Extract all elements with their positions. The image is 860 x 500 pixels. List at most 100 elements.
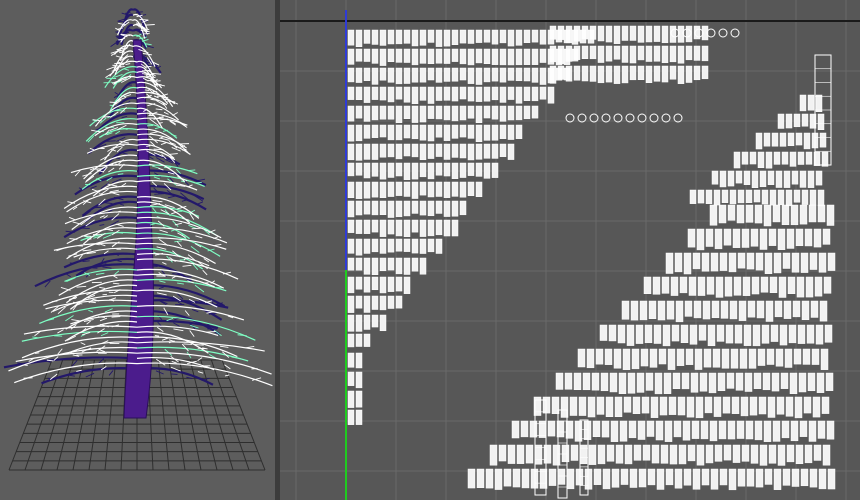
uv-shell[interactable] (459, 162, 467, 178)
uv-shell[interactable] (781, 420, 790, 439)
uv-shell[interactable] (589, 25, 597, 40)
uv-shell[interactable] (363, 333, 371, 347)
uv-shell[interactable] (459, 200, 467, 216)
uv-shell[interactable] (600, 372, 609, 392)
uv-shell[interactable] (760, 276, 769, 293)
uv-shell[interactable] (435, 105, 443, 120)
uv-shell[interactable] (642, 444, 651, 461)
uv-shell[interactable] (730, 348, 739, 369)
uv-shell[interactable] (729, 189, 737, 205)
uv-shell[interactable] (355, 257, 363, 271)
uv-shell[interactable] (371, 105, 379, 121)
uv-shell[interactable] (809, 189, 817, 206)
uv-shell[interactable] (443, 48, 451, 64)
uv-shell[interactable] (403, 257, 411, 275)
uv-shell[interactable] (724, 276, 733, 297)
uv-shell[interactable] (687, 228, 696, 248)
uv-shell[interactable] (491, 105, 499, 120)
uv-shell[interactable] (766, 348, 775, 365)
uv-shell[interactable] (789, 151, 797, 167)
uv-shell[interactable] (743, 170, 751, 185)
uv-shell[interactable] (692, 468, 701, 490)
uv-shell[interactable] (733, 276, 742, 296)
uv-shell[interactable] (443, 105, 451, 121)
uv-shell[interactable] (709, 204, 718, 226)
uv-shell[interactable] (665, 252, 674, 274)
uv-shell[interactable] (467, 143, 475, 161)
uv-shell[interactable] (827, 252, 836, 271)
uv-shell[interactable] (355, 105, 363, 119)
perspective-viewport[interactable] (0, 0, 275, 500)
uv-shell[interactable] (701, 468, 710, 486)
uv-shell[interactable] (565, 45, 573, 62)
uv-shell[interactable] (667, 348, 676, 370)
uv-shell[interactable] (772, 420, 781, 442)
uv-shell[interactable] (794, 396, 803, 419)
uv-shell[interactable] (804, 444, 813, 464)
uv-shell[interactable] (355, 219, 363, 234)
uv-shell[interactable] (750, 228, 759, 247)
uv-shell[interactable] (815, 170, 823, 186)
uv-shell[interactable] (507, 444, 516, 464)
uv-shell[interactable] (745, 204, 754, 223)
uv-shell[interactable] (379, 105, 387, 120)
uv-shell[interactable] (379, 29, 387, 46)
uv-shell[interactable] (768, 444, 777, 464)
uv-shell[interactable] (613, 348, 622, 369)
uv-shell[interactable] (347, 181, 355, 199)
uv-shell[interactable] (771, 132, 779, 147)
uv-shell[interactable] (411, 67, 419, 83)
uv-shell[interactable] (740, 396, 749, 417)
uv-shell[interactable] (435, 219, 443, 236)
uv-shell[interactable] (467, 67, 475, 84)
uv-shell[interactable] (644, 324, 653, 344)
uv-shell[interactable] (419, 124, 427, 141)
uv-shell[interactable] (451, 143, 459, 158)
uv-shell[interactable] (411, 219, 419, 233)
uv-shell[interactable] (799, 204, 808, 225)
uv-shell[interactable] (741, 228, 750, 248)
uv-shell[interactable] (467, 124, 475, 139)
uv-shell[interactable] (717, 372, 726, 392)
uv-shell[interactable] (419, 29, 427, 46)
uv-shell[interactable] (427, 162, 435, 180)
uv-shell[interactable] (763, 132, 771, 147)
uv-shell[interactable] (451, 219, 459, 237)
uv-shell[interactable] (379, 124, 387, 138)
uv-shell[interactable] (451, 29, 459, 45)
uv-shell[interactable] (371, 29, 379, 45)
uv-shell[interactable] (419, 143, 427, 161)
uv-shell[interactable] (628, 420, 637, 439)
uv-shell[interactable] (645, 25, 653, 43)
uv-shell[interactable] (419, 219, 427, 237)
uv-shell[interactable] (805, 276, 814, 298)
uv-shell[interactable] (711, 170, 719, 185)
uv-shell[interactable] (485, 468, 494, 489)
uv-shell[interactable] (443, 219, 451, 237)
uv-shell[interactable] (371, 257, 379, 276)
uv-shell[interactable] (770, 324, 779, 342)
uv-shell[interactable] (683, 468, 692, 486)
uv-shell[interactable] (767, 170, 775, 185)
uv-shell[interactable] (379, 276, 387, 294)
uv-shell[interactable] (387, 105, 395, 120)
uv-shell[interactable] (435, 124, 443, 138)
uv-shell[interactable] (531, 29, 539, 43)
uv-shell[interactable] (435, 200, 443, 214)
uv-shell[interactable] (435, 86, 443, 101)
uv-shell[interactable] (615, 444, 624, 464)
uv-shell[interactable] (355, 371, 363, 389)
uv-shell[interactable] (539, 29, 547, 45)
uv-shell[interactable] (822, 228, 831, 245)
uv-shell[interactable] (475, 105, 483, 123)
uv-shell[interactable] (621, 65, 629, 84)
uv-shell[interactable] (779, 132, 787, 147)
uv-shell[interactable] (516, 444, 525, 464)
uv-shell[interactable] (476, 468, 485, 488)
uv-shell[interactable] (753, 189, 761, 203)
uv-shell[interactable] (752, 324, 761, 347)
uv-shell[interactable] (800, 252, 809, 273)
uv-shell[interactable] (793, 348, 802, 365)
uv-shell[interactable] (696, 228, 705, 251)
uv-shell[interactable] (817, 113, 825, 131)
